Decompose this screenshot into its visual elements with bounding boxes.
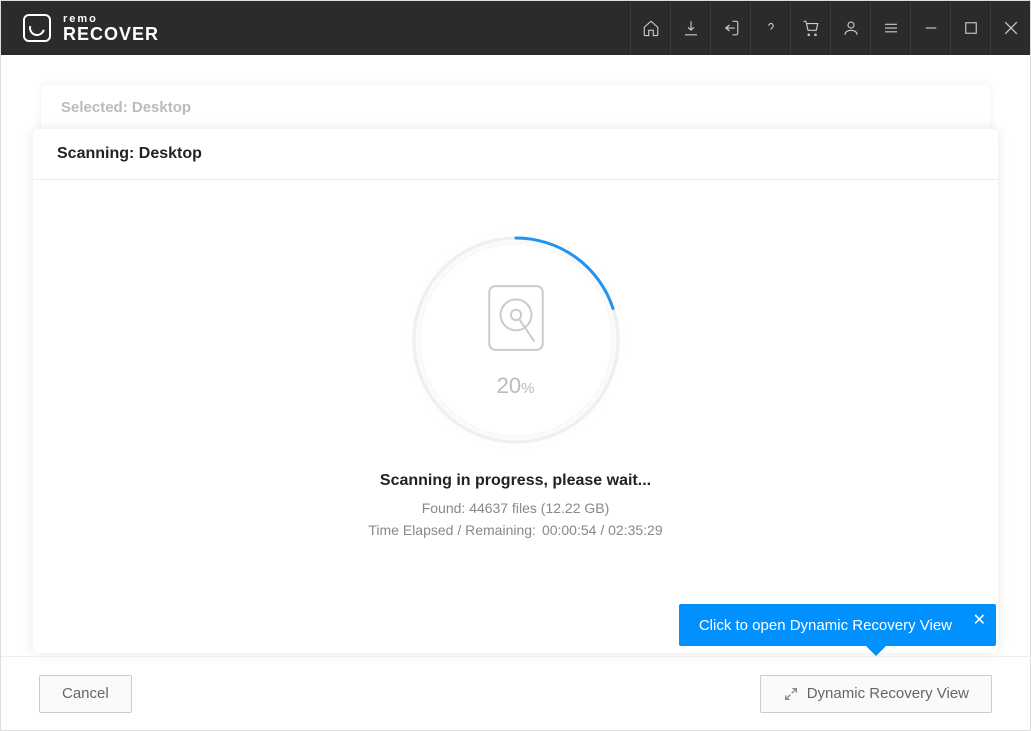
app-logo: remo RECOVER [23,14,159,43]
progress-ring: 20% [406,230,626,450]
export-icon[interactable] [710,1,750,55]
dynamic-recovery-view-button[interactable]: Dynamic Recovery View [760,675,992,713]
user-icon[interactable] [830,1,870,55]
progress-percent: 20% [497,373,535,399]
logo-icon [23,14,51,42]
close-icon[interactable] [990,1,1030,55]
tooltip-close-icon[interactable]: ✕ [973,610,986,630]
maximize-icon[interactable] [950,1,990,55]
scanning-title: Scanning: Desktop [33,129,998,179]
minimize-icon[interactable] [910,1,950,55]
menu-icon[interactable] [870,1,910,55]
titlebar: remo RECOVER [1,1,1030,55]
scanning-card: Scanning: Desktop 20% Scann [33,129,998,653]
help-icon[interactable] [750,1,790,55]
cancel-button[interactable]: Cancel [39,675,132,713]
found-text: Found: 44637 files (12.22 GB) [422,500,610,516]
selected-title: Selected: Desktop [41,85,990,130]
download-icon[interactable] [670,1,710,55]
time-text: Time Elapsed / Remaining:00:00:54 / 02:3… [368,522,662,538]
status-message: Scanning in progress, please wait... [380,472,651,490]
bottom-bar: Cancel Dynamic Recovery View [1,656,1030,730]
home-icon[interactable] [630,1,670,55]
disk-icon [485,282,547,359]
dynamic-view-tooltip: Click to open Dynamic Recovery View ✕ [679,604,996,646]
cart-icon[interactable] [790,1,830,55]
expand-icon [783,686,799,702]
brand-small: remo [63,14,159,25]
brand-big: RECOVER [63,25,159,43]
